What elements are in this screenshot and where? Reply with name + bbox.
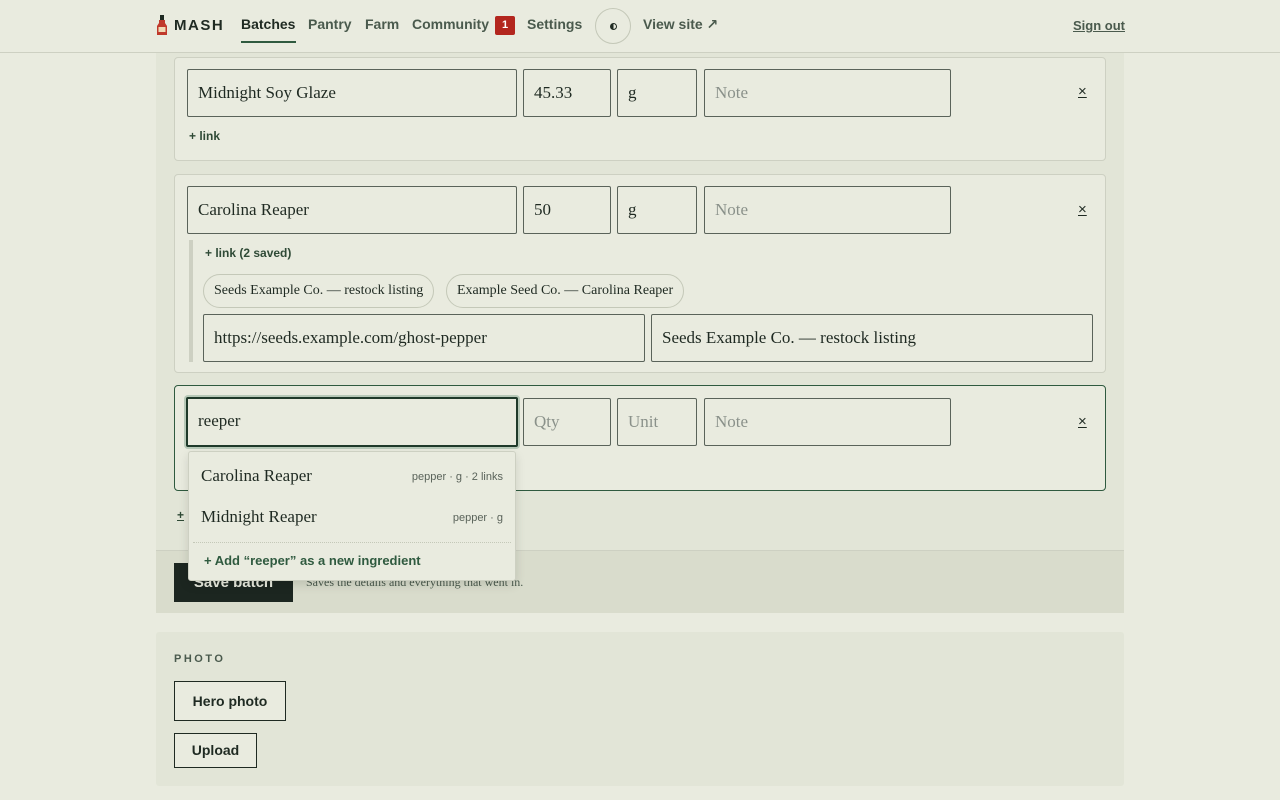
note-input[interactable]: Note [704, 186, 951, 234]
link-title-input[interactable]: Seeds Example Co. — restock listing [651, 314, 1093, 362]
nav-batches[interactable]: Batches [241, 16, 295, 32]
autocomplete-option[interactable]: Midnight Reaper pepper · g [189, 497, 515, 537]
brand[interactable]: MASH [156, 15, 224, 36]
nav-pantry[interactable]: Pantry [308, 16, 352, 32]
hero-photo-button[interactable]: Hero photo [174, 681, 286, 721]
qty-input[interactable]: 50 [523, 186, 611, 234]
qty-input[interactable]: 45.33 [523, 69, 611, 117]
unit-input[interactable]: g [617, 186, 697, 234]
sign-out-link[interactable]: Sign out [1073, 18, 1125, 33]
nav-farm[interactable]: Farm [365, 16, 399, 32]
add-link-button[interactable]: + link (2 saved) [205, 246, 291, 260]
note-input[interactable]: Note [704, 69, 951, 117]
option-meta: pepper · g · 2 links [411, 471, 503, 483]
nav-community[interactable]: Community [412, 16, 489, 32]
ingredient-name-input[interactable]: Carolina Reaper [187, 186, 517, 234]
option-name: Midnight Reaper [201, 507, 317, 526]
qty-input[interactable]: Qty [523, 398, 611, 446]
option-name: Carolina Reaper [201, 466, 312, 485]
note-input[interactable]: Note [704, 398, 951, 446]
active-tab-indicator [241, 41, 296, 43]
community-badge: 1 [495, 16, 515, 35]
nav-settings[interactable]: Settings [527, 16, 582, 32]
brand-name: MASH [174, 17, 225, 34]
add-link-button[interactable]: + link [189, 129, 220, 143]
option-meta: pepper · g [452, 512, 503, 524]
add-new-ingredient-option[interactable]: + Add “reeper” as a new ingredient [204, 553, 421, 568]
ingredient-name-input[interactable]: Midnight Soy Glaze [187, 69, 517, 117]
photo-heading: PHOTO [174, 653, 226, 665]
links-group-rule [189, 240, 193, 362]
dropdown-divider [193, 542, 511, 543]
top-nav: MASH Batches Pantry Farm Community 1 Set… [0, 0, 1280, 53]
autocomplete-dropdown: Carolina Reaper pepper · g · 2 links Mid… [188, 451, 516, 581]
contrast-icon [609, 22, 617, 30]
remove-ingredient-button[interactable]: × [1078, 83, 1087, 100]
saved-link-chip[interactable]: Example Seed Co. — Carolina Reaper [446, 274, 685, 308]
theme-toggle-button[interactable] [595, 8, 631, 44]
hot-sauce-bottle-icon [157, 15, 167, 35]
link-url-input[interactable]: https://seeds.example.com/ghost-pepper [203, 314, 645, 362]
unit-input[interactable]: g [617, 69, 697, 117]
unit-input[interactable]: Unit [617, 398, 697, 446]
autocomplete-option[interactable]: Carolina Reaper pepper · g · 2 links [189, 456, 515, 496]
upload-button[interactable]: Upload [174, 733, 257, 768]
remove-ingredient-button[interactable]: × [1078, 201, 1087, 218]
saved-link-chip[interactable]: Seeds Example Co. — restock listing [203, 274, 435, 308]
remove-ingredient-button[interactable]: × [1078, 413, 1087, 430]
add-ingredient-button[interactable]: + [177, 508, 184, 522]
photo-section [156, 632, 1124, 786]
ingredient-name-input[interactable]: reeper [186, 397, 518, 447]
view-site-link[interactable]: View site ↗ [643, 16, 718, 33]
